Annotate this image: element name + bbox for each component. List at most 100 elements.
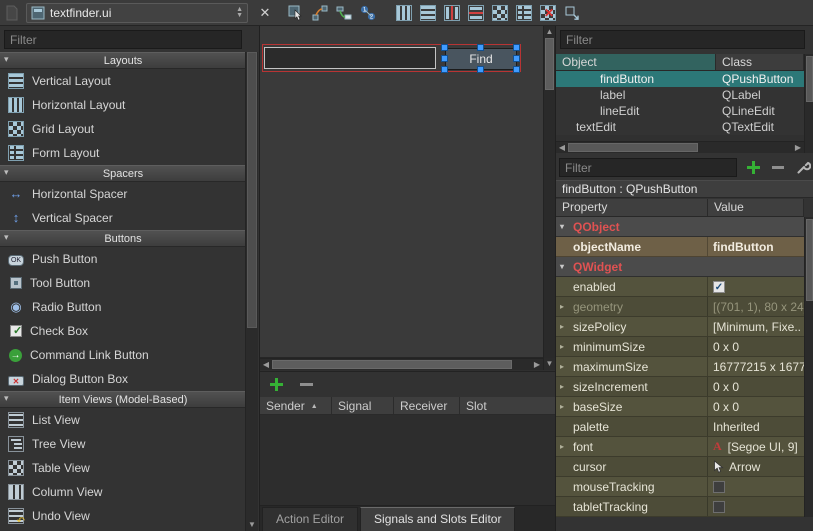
edit-widgets-button[interactable] [286,3,306,23]
property-row-objectname[interactable]: objectName findButton [556,237,804,257]
property-value[interactable]: findButton [708,237,804,256]
object-row-textedit[interactable]: textEdit QTextEdit [556,119,804,135]
property-row-cursor[interactable]: cursor Arrow [556,457,804,477]
widget-item-grid-layout[interactable]: Grid Layout [0,117,246,141]
selection-handle[interactable] [513,66,520,73]
scroll-right-arrow[interactable]: ▶ [531,359,543,371]
widget-item-list-view[interactable]: List View [0,408,246,432]
expand-arrow-icon[interactable]: ▾ [560,222,573,231]
property-row-basesize[interactable]: ▸ baseSize 0 x 0 [556,397,804,417]
scrollbar-thumb[interactable] [568,143,698,152]
close-document-button[interactable]: ✕ [256,4,274,22]
remove-connection-button[interactable] [300,383,313,386]
widget-item-horizontal-spacer[interactable]: Horizontal Spacer [0,182,246,206]
property-row-font[interactable]: ▸ font A [Segoe UI, 9] [556,437,804,457]
property-value[interactable]: 0 x 0 [708,397,804,416]
object-inspector-vscrollbar[interactable] [804,54,813,153]
property-row-palette[interactable]: palette Inherited [556,417,804,437]
add-dynamic-property-button[interactable] [747,161,760,174]
property-value[interactable]: 16777215 x 1677.. [708,357,804,376]
spin-down-icon[interactable]: ▼ [236,13,243,19]
edit-tab-order-button[interactable]: 1 2 [358,3,378,23]
checkbox-unchecked-icon[interactable] [713,481,725,493]
layout-grid-button[interactable] [490,3,510,23]
property-value[interactable]: [Minimum, Fixe.. [708,317,804,336]
selection-handle[interactable] [477,66,484,73]
widget-item-command-link-button[interactable]: Command Link Button [0,343,246,367]
layout-form-button[interactable] [514,3,534,23]
edit-signals-slots-button[interactable] [310,3,330,23]
column-header-property[interactable]: Property [556,199,708,216]
scroll-left-arrow[interactable]: ◀ [260,359,272,371]
scroll-down-arrow[interactable]: ▼ [544,358,555,370]
form-horizontal-scrollbar[interactable]: ◀ ▶ [260,358,543,370]
object-row-label[interactable]: label QLabel [556,87,804,103]
property-row-enabled[interactable]: enabled ✓ [556,277,804,297]
scroll-up-arrow[interactable]: ▲ [544,26,555,38]
property-row-maximumsize[interactable]: ▸ maximumSize 16777215 x 1677.. [556,357,804,377]
widget-item-push-button[interactable]: Push Button [0,247,246,271]
widget-item-form-layout[interactable]: Form Layout [0,141,246,165]
expand-arrow-icon[interactable]: ▸ [560,322,573,331]
form-canvas[interactable]: Find [260,26,543,358]
category-buttons[interactable]: ▾ Buttons [0,230,246,247]
widget-item-horizontal-layout[interactable]: Horizontal Layout [0,93,246,117]
property-group-qwidget[interactable]: ▾ QWidget [556,257,804,277]
scrollbar-thumb[interactable] [545,38,554,90]
scrollbar-thumb[interactable] [806,56,813,102]
object-row-lineedit[interactable]: lineEdit QLineEdit [556,103,804,119]
object-inspector-filter-input[interactable] [560,30,805,49]
remove-dynamic-property-button[interactable] [772,166,784,169]
tab-action-editor[interactable]: Action Editor [262,507,358,531]
selection-handle[interactable] [513,55,520,62]
widget-item-table-view[interactable]: Table View [0,456,246,480]
selection-handle[interactable] [477,44,484,51]
widget-item-check-box[interactable]: Check Box [0,319,246,343]
expand-arrow-icon[interactable]: ▸ [560,442,573,451]
add-connection-button[interactable] [269,377,284,392]
layout-vertically-button[interactable] [418,3,438,23]
column-header-receiver[interactable]: Receiver [394,397,460,414]
scrollbar-thumb[interactable] [806,219,813,301]
selection-handle[interactable] [441,66,448,73]
selection-handle[interactable] [513,44,520,51]
widget-item-dialog-button-box[interactable]: Dialog Button Box [0,367,246,391]
object-row-findbutton[interactable]: findButton QPushButton [556,71,804,87]
widget-item-vertical-layout[interactable]: Vertical Layout [0,69,246,93]
selection-handle[interactable] [441,55,448,62]
column-header-signal[interactable]: Signal [332,397,394,414]
property-filter-input[interactable] [559,158,737,177]
scrollbar-thumb[interactable] [272,360,512,369]
property-group-qobject[interactable]: ▾ QObject [556,217,804,237]
category-item-views[interactable]: ▾ Item Views (Model-Based) [0,391,246,408]
column-header-value[interactable]: Value [708,199,804,216]
property-row-geometry[interactable]: ▸ geometry [(701, 1), 80 x 24] [556,297,804,317]
category-layouts[interactable]: ▾ Layouts [0,52,246,69]
property-row-minimumsize[interactable]: ▸ minimumSize 0 x 0 [556,337,804,357]
expand-arrow-icon[interactable]: ▸ [560,302,573,311]
expand-arrow-icon[interactable]: ▸ [560,382,573,391]
property-row-sizeincrement[interactable]: ▸ sizeIncrement 0 x 0 [556,377,804,397]
widget-item-column-view[interactable]: Column View [0,480,246,504]
form-vertical-scrollbar[interactable]: ▲ ▼ [543,26,555,370]
layout-vertical-splitter-button[interactable] [466,3,486,23]
property-value[interactable]: [Segoe UI, 9] [728,440,798,454]
scroll-down-arrow[interactable]: ▼ [246,519,258,531]
widget-item-tree-view[interactable]: Tree View [0,432,246,456]
expand-arrow-icon[interactable]: ▸ [560,342,573,351]
scroll-right-arrow[interactable]: ▶ [792,142,804,154]
widget-item-radio-button[interactable]: Radio Button [0,295,246,319]
column-header-slot[interactable]: Slot [460,397,555,414]
adjust-size-button[interactable] [562,3,582,23]
property-value[interactable]: Inherited [708,417,804,436]
widget-item-tool-button[interactable]: Tool Button [0,271,246,295]
break-layout-button[interactable] [538,3,558,23]
configure-button[interactable] [796,160,811,175]
layout-horizontal-splitter-button[interactable] [442,3,462,23]
checkbox-checked-icon[interactable]: ✓ [713,281,725,293]
edit-buddies-button[interactable] [334,3,354,23]
expand-arrow-icon[interactable]: ▸ [560,362,573,371]
widget-item-vertical-spacer[interactable]: Vertical Spacer [0,206,246,230]
property-row-mousetracking[interactable]: mouseTracking [556,477,804,497]
property-editor-vscrollbar[interactable] [804,217,813,517]
